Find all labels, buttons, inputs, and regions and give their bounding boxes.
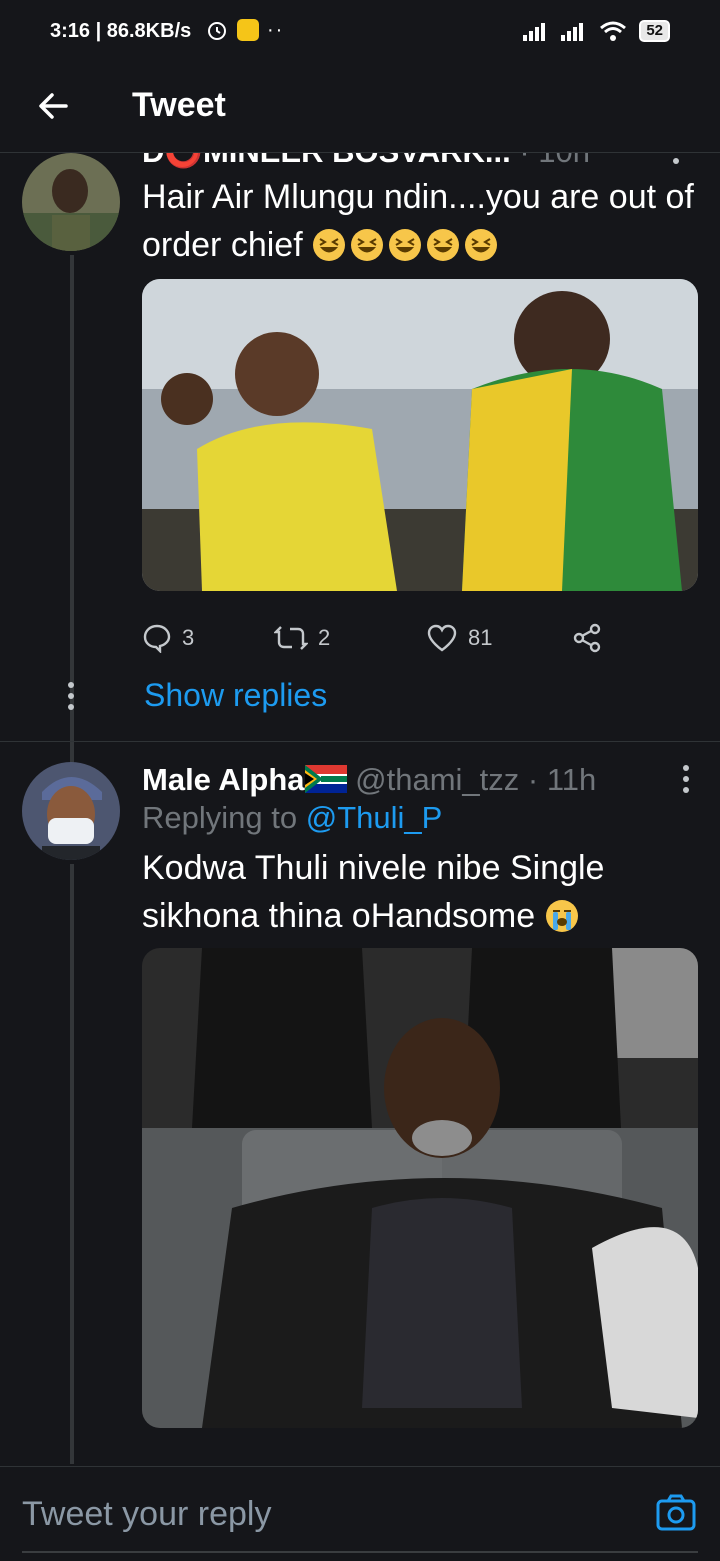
more-options-icon[interactable] [666,153,686,167]
heart-icon [427,624,457,652]
share-icon [573,623,601,653]
status-bar: 3:16 | 86.8KB/s ·· 52 [0,0,720,64]
tweet-thread[interactable]: D⭕MINEER BOSVARK... · 10h Hair Air Mlung… [0,153,720,1465]
alarm-icon [208,22,226,40]
retweet-count: 2 [318,625,331,650]
grinning-squinting-face-icon [465,229,498,261]
more-notifications-icon: ·· [267,18,285,41]
back-arrow-icon[interactable] [34,86,74,126]
thread-line [70,864,74,1464]
tweet-item[interactable]: Male Alpha @thami_tzz · 11h Replying to … [0,742,720,1465]
status-icons-left: ·· [205,18,284,42]
battery-indicator: 52 [639,20,670,42]
page-title: Tweet [132,86,226,124]
notification-app-icon [237,19,259,41]
grinning-squinting-face-icon [313,229,346,261]
grinning-squinting-face-icon [427,229,460,261]
reply-icon [143,624,171,653]
retweet-action[interactable]: 2 [274,624,426,652]
replying-prefix: Replying to [142,800,298,835]
status-time: 3:16 | 86.8KB/s [50,20,192,42]
reply-composer[interactable]: Tweet your reply [0,1466,720,1561]
like-action[interactable]: 81 [426,623,572,653]
reply-count: 3 [182,625,195,650]
replying-mention[interactable]: @Thuli_P [306,800,443,835]
thread-line [70,255,74,825]
app-header: Tweet [0,64,720,153]
network-speed: 86.8KB/s [106,20,192,42]
display-name[interactable]: D⭕MINEER BOSVARK... [142,153,511,169]
wifi-icon [600,21,627,41]
tweet-header: D⭕MINEER BOSVARK... · 10h [142,153,698,173]
laughing-emojis [312,226,502,264]
signal-icon-2 [561,23,584,41]
reply-action[interactable]: 3 [142,623,274,653]
clock-text: 3:16 [50,20,91,42]
grinning-squinting-face-icon [389,229,422,261]
reply-input[interactable]: Tweet your reply [22,1495,271,1534]
show-replies-link[interactable]: Show replies [144,677,327,714]
share-action[interactable] [572,623,602,653]
camera-icon[interactable] [654,1491,698,1535]
avatar[interactable] [22,153,120,251]
retweet-icon [274,626,308,650]
thread-dots-icon [68,682,74,710]
user-handle[interactable]: @thami_tzz [355,762,519,797]
display-name[interactable]: Male Alpha [142,762,305,797]
grinning-squinting-face-icon [351,229,384,261]
tweet-text-content: Kodwa Thuli nivele nibe Single sikhona t… [142,849,605,935]
more-options-icon[interactable] [676,762,696,796]
tweet-photo[interactable] [142,948,698,1428]
tweet-header: Male Alpha @thami_tzz · 11h [142,762,698,798]
avatar[interactable] [22,762,120,860]
replying-to: Replying to @Thuli_P [142,800,698,836]
tweet-actions: 3 2 81 [142,623,612,653]
like-count: 81 [468,625,493,650]
status-icons-right: 52 [523,20,670,42]
tweet-text: Kodwa Thuli nivele nibe Single sikhona t… [142,844,698,940]
reply-underline [22,1551,698,1553]
loudly-crying-face-icon [545,900,578,932]
tweet-photo[interactable] [142,279,698,591]
south-africa-flag-icon [304,765,347,793]
tweet-time: · 11h [527,762,597,797]
tweet-time: · 10h [519,153,590,169]
tweet-item[interactable]: D⭕MINEER BOSVARK... · 10h Hair Air Mlung… [0,153,720,825]
signal-icon [523,23,546,41]
tweet-text: Hair Air Mlungu ndin....you are out of o… [142,173,698,269]
